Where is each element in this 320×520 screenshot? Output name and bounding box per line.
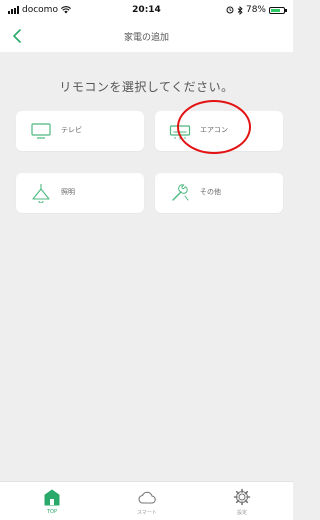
- status-bar: docomo 20:14 78%: [0, 0, 293, 20]
- remote-card-tv[interactable]: テレビ: [16, 111, 144, 151]
- wrench-icon: [172, 184, 189, 201]
- gear-icon: [233, 488, 251, 506]
- home-icon: [44, 489, 60, 506]
- instruction-text: リモコンを選択してください。: [59, 80, 234, 94]
- ceiling-light-icon: [32, 184, 50, 203]
- tv-icon: [31, 123, 51, 139]
- remote-card-label: その他: [200, 188, 221, 196]
- nav-bar: 家電の追加: [0, 20, 293, 52]
- battery-icon: [269, 6, 287, 14]
- remote-card-label: 照明: [61, 188, 75, 196]
- cloud-icon: [138, 491, 156, 504]
- tab-settings[interactable]: 設定: [212, 482, 272, 520]
- tab-bar: TOP スマート 設定: [0, 481, 293, 520]
- remote-card-label: テレビ: [61, 126, 82, 134]
- tab-label: 設定: [236, 510, 247, 516]
- status-right: 78%: [226, 5, 287, 15]
- air-conditioner-icon: [169, 125, 191, 140]
- remote-card-label: エアコン: [200, 126, 228, 134]
- remote-card-other[interactable]: その他: [155, 173, 283, 213]
- battery-fill: [271, 8, 281, 12]
- battery-percent: 78%: [245, 5, 266, 15]
- tab-top[interactable]: TOP: [22, 482, 82, 520]
- alarm-icon: [226, 6, 234, 14]
- page-title: 家電の追加: [123, 33, 169, 43]
- tab-smart[interactable]: スマート: [117, 482, 177, 520]
- remote-card-air-conditioner[interactable]: エアコン: [155, 111, 283, 151]
- bluetooth-icon: [237, 5, 243, 15]
- remote-card-light[interactable]: 照明: [16, 173, 144, 213]
- tab-label: TOP: [46, 509, 57, 515]
- tab-label: スマート: [137, 510, 157, 516]
